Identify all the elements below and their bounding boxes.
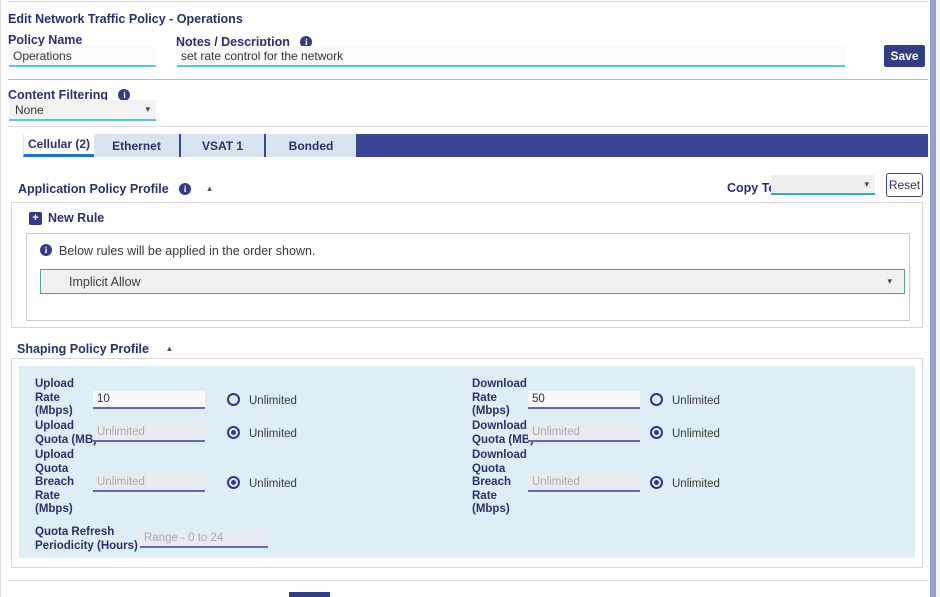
tab-bonded[interactable]: Bonded — [264, 134, 356, 157]
divider-under-filter — [8, 126, 928, 127]
application-policy-collapse-icon[interactable]: ▲ — [206, 184, 214, 193]
download-rate-input[interactable] — [528, 391, 640, 409]
rules-info-icon: i — [40, 244, 52, 256]
upload-rate-input[interactable] — [93, 391, 205, 409]
tab-cellular[interactable]: Cellular (2) — [23, 134, 94, 157]
implicit-allow-select[interactable]: Implicit Allow ▾ — [40, 269, 905, 294]
download-breach-label: Download Quota Breach Rate (Mbps) — [472, 449, 536, 517]
download-breach-input[interactable] — [528, 474, 640, 492]
tab-vsat1-label: VSAT 1 — [202, 139, 243, 153]
save-button-bottom-partial[interactable] — [289, 592, 330, 597]
content-filtering-value: None — [15, 103, 44, 117]
application-policy-title: Application Policy Profile — [18, 182, 169, 196]
upload-breach-unlimited-label: Unlimited — [249, 478, 297, 490]
download-rate-unlimited-label: Unlimited — [672, 395, 720, 407]
scrollbar-thumb[interactable] — [930, 0, 936, 597]
upload-breach-label: Upload Quota Breach Rate (Mbps) — [35, 449, 99, 517]
download-breach-unlimited-label: Unlimited — [672, 478, 720, 490]
upload-rate-unlimited-radio[interactable] — [227, 393, 240, 406]
application-policy-info-icon[interactable]: i — [179, 183, 191, 195]
shaping-policy-title: Shaping Policy Profile — [17, 342, 149, 356]
upload-rate-label: Upload Rate (Mbps) — [35, 378, 99, 419]
chevron-down-icon: ▾ — [864, 180, 869, 189]
plus-icon: + — [29, 212, 42, 225]
download-quota-label: Download Quota (MB) — [472, 420, 536, 447]
divider-bottom — [8, 580, 928, 581]
tab-vsat1[interactable]: VSAT 1 — [179, 134, 264, 157]
download-quota-input[interactable] — [528, 424, 640, 442]
shaping-policy-header: Shaping Policy Profile ▲ — [17, 340, 173, 358]
page-left-border — [0, 0, 1, 597]
chevron-down-icon: ▾ — [887, 277, 892, 286]
tab-bonded-label: Bonded — [289, 139, 334, 153]
chevron-down-icon: ▾ — [145, 105, 150, 114]
quota-refresh-label: Quota Refresh Periodicity (Hours) — [35, 526, 145, 553]
policy-name-input[interactable] — [9, 46, 156, 67]
reset-button[interactable]: Reset — [886, 173, 923, 197]
upload-quota-input[interactable] — [93, 424, 205, 442]
application-policy-header: Application Policy Profile i ▲ — [18, 180, 214, 198]
rules-info-message: Below rules will be applied in the order… — [59, 244, 315, 258]
download-quota-unlimited-radio[interactable] — [650, 426, 663, 439]
download-quota-unlimited-label: Unlimited — [672, 428, 720, 440]
policy-name-label: Policy Name — [8, 33, 82, 47]
tab-ethernet-label: Ethernet — [112, 139, 161, 153]
notes-input[interactable] — [177, 46, 845, 67]
upload-quota-unlimited-radio[interactable] — [227, 426, 240, 439]
page-title: Edit Network Traffic Policy - Operations — [8, 12, 243, 26]
tab-cellular-label: Cellular (2) — [28, 137, 90, 151]
upload-rate-unlimited-label: Unlimited — [249, 395, 297, 407]
download-breach-unlimited-radio[interactable] — [650, 476, 663, 489]
divider-top — [8, 79, 928, 80]
content-filtering-select[interactable]: None ▾ — [9, 100, 156, 121]
download-rate-unlimited-radio[interactable] — [650, 393, 663, 406]
upload-quota-unlimited-label: Unlimited — [249, 428, 297, 440]
quota-refresh-input[interactable] — [140, 530, 268, 548]
copy-to-select[interactable]: ▾ — [771, 175, 875, 195]
application-policy-panel: + New Rule i Below rules will be applied… — [11, 202, 923, 328]
implicit-allow-value: Implicit Allow — [69, 275, 141, 289]
scrollbar-track[interactable] — [929, 0, 940, 597]
upload-quota-label: Upload Quota (MB) — [35, 420, 99, 447]
tab-ethernet[interactable]: Ethernet — [94, 134, 179, 157]
rules-box: i Below rules will be applied in the ord… — [26, 233, 910, 321]
save-button[interactable]: Save — [884, 45, 925, 67]
new-rule-button[interactable]: + New Rule — [29, 211, 104, 225]
upload-breach-input[interactable] — [93, 474, 205, 492]
tab-bar-filler — [356, 134, 928, 157]
upload-breach-unlimited-radio[interactable] — [227, 476, 240, 489]
shaping-policy-collapse-icon[interactable]: ▲ — [165, 344, 173, 353]
new-rule-label: New Rule — [48, 211, 104, 225]
page-top-border — [8, 1, 928, 2]
edit-network-traffic-policy-page: Edit Network Traffic Policy - Operations… — [0, 0, 940, 597]
download-rate-label: Download Rate (Mbps) — [472, 378, 536, 419]
